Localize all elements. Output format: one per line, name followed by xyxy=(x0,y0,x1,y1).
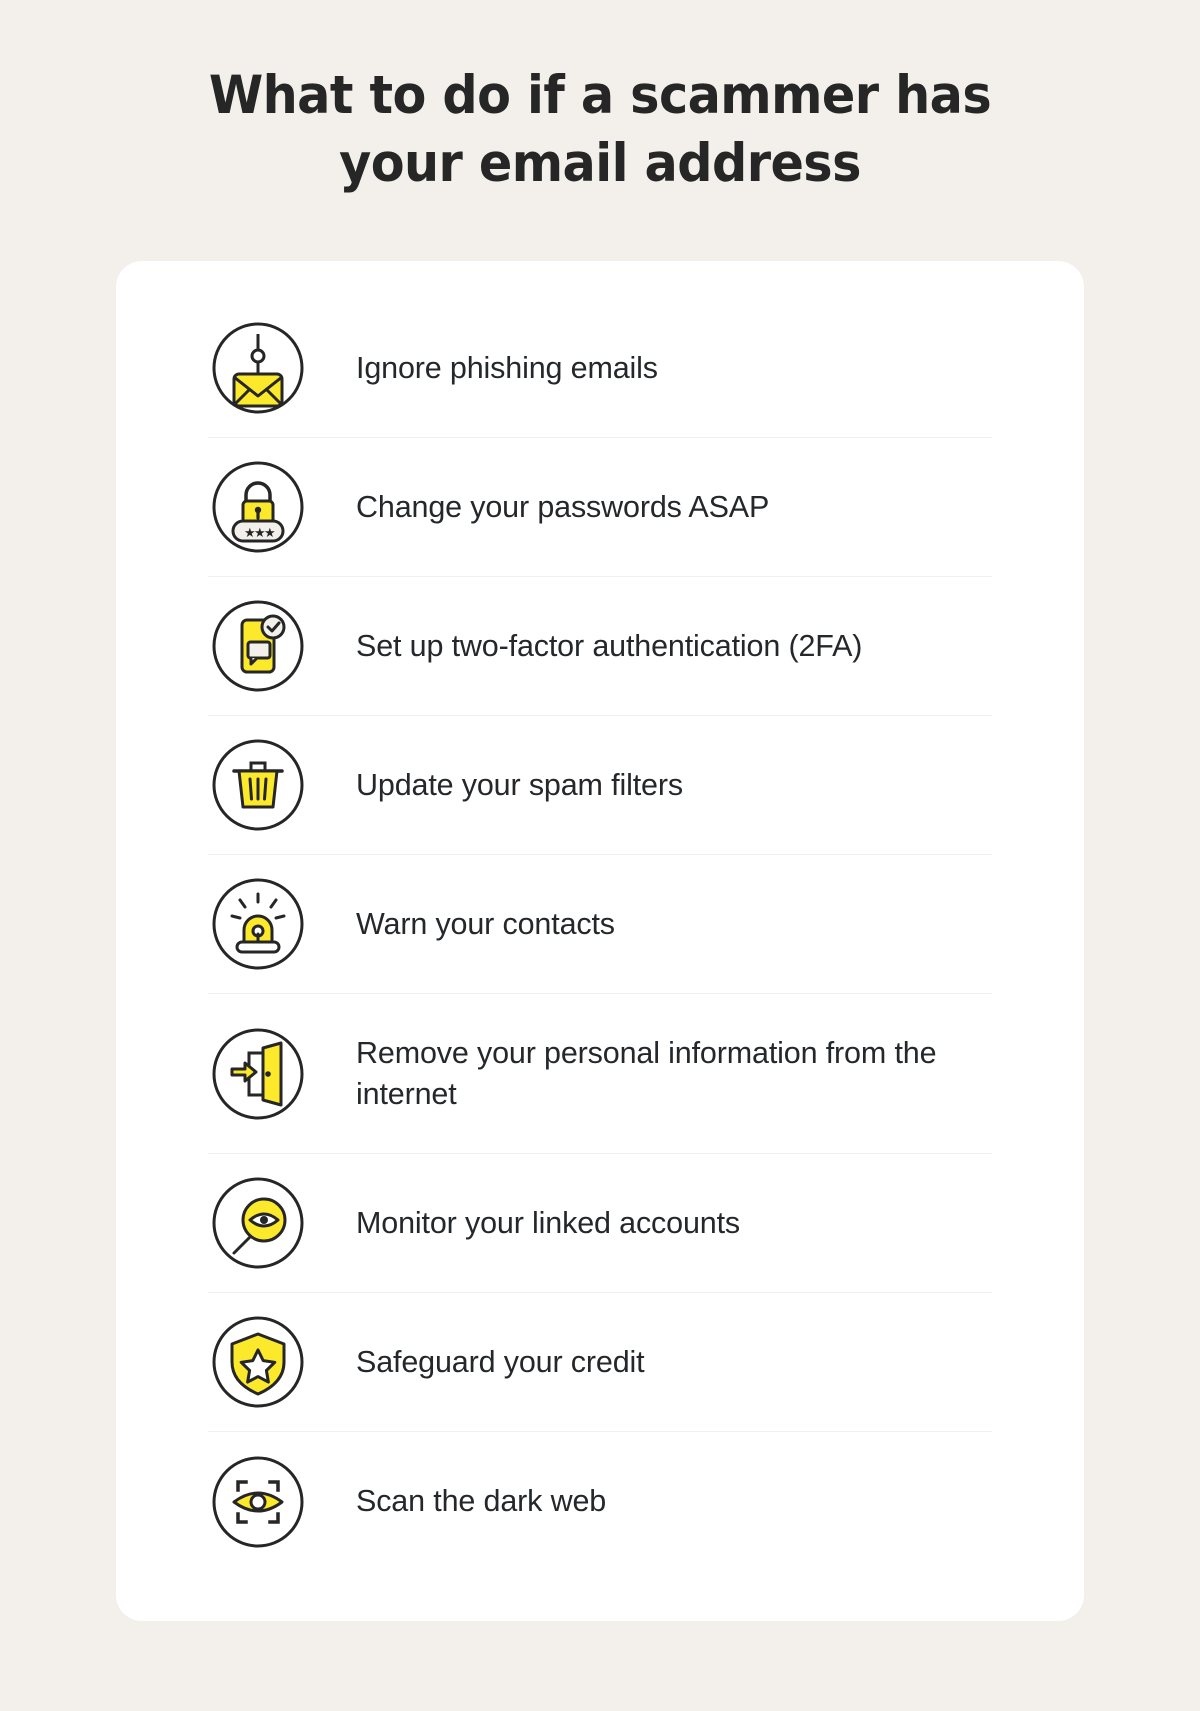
list-item-label: Ignore phishing emails xyxy=(356,350,658,385)
list-item: Ignore phishing emails xyxy=(208,299,992,438)
checklist-card: Ignore phishing emails ★ ★ ★ Change your… xyxy=(116,261,1084,1621)
list-item-label: Warn your contacts xyxy=(356,906,615,941)
two-factor-phone-icon xyxy=(208,596,308,696)
infographic-page: What to do if a scammer has your email a… xyxy=(0,0,1200,1711)
phishing-email-icon xyxy=(208,318,308,418)
trash-can-icon xyxy=(208,735,308,835)
list-item-label: Scan the dark web xyxy=(356,1484,607,1519)
list-item: Scan the dark web xyxy=(208,1432,992,1571)
list-item-label: Monitor your linked accounts xyxy=(356,1205,741,1240)
list-item-label: Set up two-factor authentication (2FA) xyxy=(356,628,863,663)
shield-star-icon xyxy=(208,1312,308,1412)
list-item-label: Remove your personal information from th… xyxy=(356,1035,937,1111)
list-item: Safeguard your credit xyxy=(208,1293,992,1432)
list-item: ★ ★ ★ Change your passwords ASAP xyxy=(208,438,992,577)
page-title-line-1: What to do if a scammer has xyxy=(208,65,992,126)
list-item: Set up two-factor authentication (2FA) xyxy=(208,577,992,716)
scan-eye-icon xyxy=(208,1452,308,1552)
siren-alarm-icon xyxy=(208,874,308,974)
page-title-line-2: your email address xyxy=(339,132,861,194)
list-item: Monitor your linked accounts xyxy=(208,1154,992,1293)
padlock-password-icon: ★ ★ ★ xyxy=(208,457,308,557)
list-item-label: Change your passwords ASAP xyxy=(356,489,770,524)
list-item: Remove your personal information from th… xyxy=(208,994,992,1154)
magnifier-eye-icon xyxy=(208,1173,308,1273)
list-item: Update your spam filters xyxy=(208,716,992,855)
list-item-label: Update your spam filters xyxy=(356,767,683,802)
checklist: Ignore phishing emails ★ ★ ★ Change your… xyxy=(116,261,1084,1609)
list-item: Warn your contacts xyxy=(208,855,992,994)
svg-text:★: ★ xyxy=(264,526,276,541)
list-item-label: Safeguard your credit xyxy=(356,1344,645,1379)
page-title: What to do if a scammer has your email a… xyxy=(200,0,1000,198)
exit-door-icon xyxy=(208,1024,308,1124)
